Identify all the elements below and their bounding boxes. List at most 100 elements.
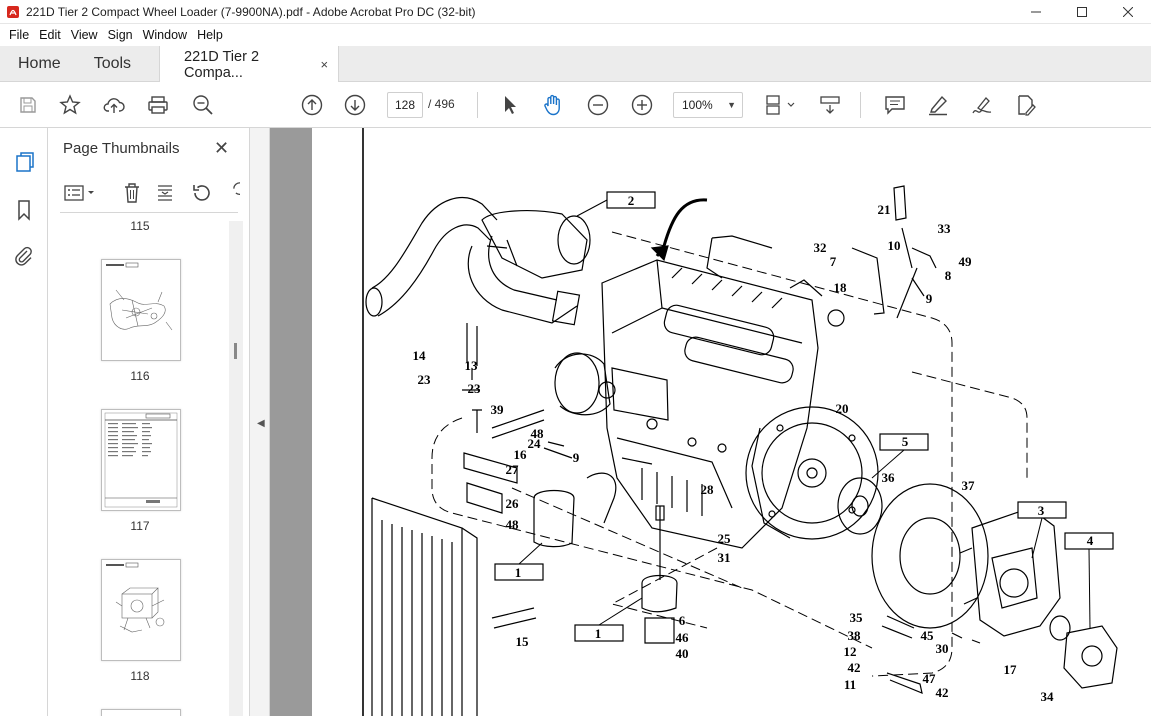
menu-file[interactable]: File [4,24,34,46]
callout-13: 13 [465,358,479,373]
menu-view[interactable]: View [66,24,103,46]
next-page-icon[interactable] [343,93,367,117]
highlight-pen-icon[interactable] [926,93,950,117]
callout-21: 21 [878,202,891,217]
minimize-button[interactable] [1013,0,1059,24]
delete-page-icon[interactable] [120,181,144,205]
thumbnail-scrollbar[interactable] [229,221,243,716]
tab-document-label: 221D Tier 2 Compa... [184,48,260,81]
callout-5: 5 [902,434,909,449]
callout-9: 9 [926,291,933,306]
zoom-out-icon[interactable] [586,93,610,117]
bookmarks-icon[interactable] [12,198,36,222]
find-zoom-icon[interactable] [191,93,215,117]
zoom-select[interactable]: 100% ▼ [673,92,743,118]
callout-20: 20 [836,401,849,416]
acrobat-app-icon [6,5,20,19]
tab-document[interactable]: 221D Tier 2 Compa... × [159,46,340,83]
callout-39: 39 [491,402,505,417]
callout-38: 38 [848,628,862,643]
maximize-button[interactable] [1059,0,1105,24]
callout-boxes [494,191,1114,642]
callout-35: 35 [850,610,864,625]
attachments-icon[interactable] [12,244,36,268]
callout-34: 34 [1041,689,1055,704]
callout-28: 28 [701,482,715,497]
zoom-in-icon[interactable] [630,93,654,117]
callout-16: 16 [514,447,528,462]
callout-42: 42 [848,660,861,675]
callout-37: 37 [962,478,976,493]
page-thumbnails-panel: Page Thumbnails ✕ 115 116 117 118 [48,128,250,716]
comment-icon[interactable] [883,93,907,117]
callout-46: 46 [676,630,690,645]
extract-page-icon[interactable] [153,181,177,205]
previous-page-icon[interactable] [300,93,324,117]
edit-document-icon[interactable] [1014,93,1038,117]
chevron-left-icon: ◀ [257,418,265,429]
callout-10: 10 [888,238,901,253]
callout-47: 47 [923,671,937,686]
chevron-down-icon: ▼ [727,100,736,110]
callout-40: 40 [676,646,689,661]
document-view[interactable]: 2 32 21 33 10 7 49 8 18 9 14 13 23 23 39 48 24 16 9 27 26 48 2… [270,128,1151,716]
scrollbar-thumb[interactable] [234,343,237,359]
hand-tool-icon[interactable] [541,93,565,117]
page-number-input[interactable]: 128 [387,92,423,118]
upload-cloud-icon[interactable] [102,93,126,117]
callout-8: 8 [945,268,952,283]
menu-edit[interactable]: Edit [34,24,66,46]
bookmark-star-icon[interactable] [58,93,82,117]
scroll-mode-icon[interactable] [818,93,842,117]
callout-9: 9 [573,450,580,465]
callout-26: 26 [506,496,520,511]
rotate-left-icon[interactable] [189,181,213,205]
rotate-right-icon[interactable] [222,181,240,205]
callout-1: 1 [595,626,602,641]
thumbnail-label: 118 [130,669,150,683]
callout-6: 6 [679,613,686,628]
menu-window[interactable]: Window [138,24,192,46]
callout-2: 2 [628,193,635,208]
panel-collapse-handle[interactable]: ◀ [250,128,270,716]
thumbnail-options-icon[interactable] [62,181,98,205]
close-tab-icon[interactable]: × [320,57,328,72]
callout-42: 42 [936,685,949,700]
close-window-button[interactable] [1105,0,1151,24]
page-thumbnails-icon[interactable] [12,150,36,174]
thumbnail-page-119[interactable] [101,709,181,716]
callout-14: 14 [413,348,427,363]
callout-12: 12 [844,644,857,659]
pdf-page: 2 32 21 33 10 7 49 8 18 9 14 13 23 23 39 48 24 16 9 27 26 48 2… [312,128,1151,716]
callout-49: 49 [959,254,973,269]
callout-23: 23 [468,381,482,396]
thumbnail-label: 116 [130,369,150,383]
menu-bar: File Edit View Sign Window Help [0,24,1151,46]
thumbnail-toolbar [62,180,242,206]
menu-sign[interactable]: Sign [103,24,138,46]
zoom-value: 100% [682,98,713,112]
tab-tools[interactable]: Tools [76,46,159,81]
callout-7: 7 [830,254,837,269]
callout-3: 3 [1038,503,1045,518]
thumbnail-label: 115 [130,219,150,233]
navigation-rail [0,128,48,716]
panel-title: Page Thumbnails [63,140,180,157]
thumbnail-page-117[interactable] [101,409,181,511]
select-cursor-icon[interactable] [498,93,522,117]
thumbnail-page-118[interactable] [101,559,181,661]
menu-help[interactable]: Help [192,24,228,46]
callout-24: 24 [528,436,542,451]
callout-36: 36 [882,470,896,485]
sign-icon[interactable] [970,93,994,117]
print-icon[interactable] [146,93,170,117]
page-fit-icon[interactable] [762,93,796,117]
close-panel-icon[interactable]: ✕ [214,138,229,159]
drawing-linework [365,185,1118,716]
callout-23: 23 [418,372,432,387]
save-icon[interactable] [16,93,40,117]
thumbnail-page-116[interactable] [101,259,181,361]
callout-33: 33 [938,221,952,236]
callout-30: 30 [936,641,949,656]
tab-home[interactable]: Home [0,46,76,81]
